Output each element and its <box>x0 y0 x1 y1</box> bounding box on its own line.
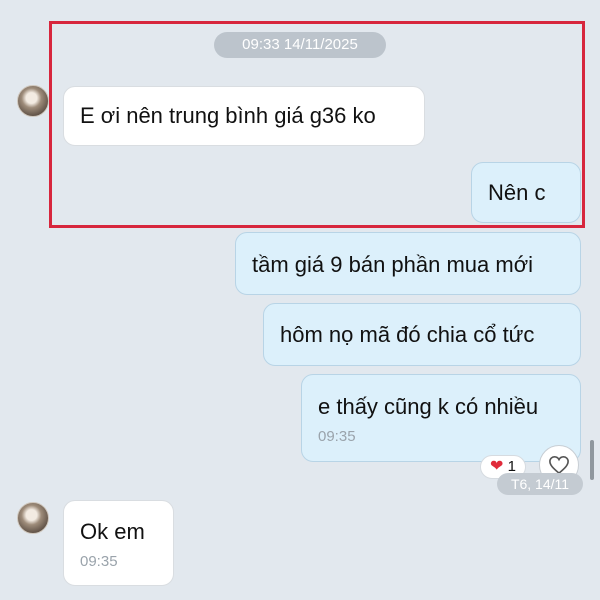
heart-outline-icon <box>549 455 569 475</box>
avatar[interactable] <box>17 85 49 117</box>
message-text: e thấy cũng k có nhiều <box>318 394 539 419</box>
message-bubble-outgoing[interactable]: Nên c <box>471 162 581 223</box>
message-text: Nên c <box>488 180 546 205</box>
message-time: 09:35 <box>318 428 356 445</box>
message-text: tầm giá 9 bán phần mua mới <box>252 252 534 277</box>
message-text: hôm nọ mã đó chia cổ tức <box>280 322 535 347</box>
message-bubble-incoming[interactable]: Ok em 09:35 <box>63 500 174 586</box>
scroll-date-badge: T6, 14/11 <box>497 473 583 495</box>
date-separator: 09:33 14/11/2025 <box>214 32 386 58</box>
message-bubble-outgoing[interactable]: tầm giá 9 bán phần mua mới <box>235 232 581 295</box>
scrollbar[interactable] <box>590 440 594 480</box>
message-text: Ok em <box>80 519 145 544</box>
heart-icon: ❤ <box>490 458 504 475</box>
message-time: 09:35 <box>80 553 118 570</box>
avatar[interactable] <box>17 502 49 534</box>
message-bubble-outgoing[interactable]: e thấy cũng k có nhiều 09:35 <box>301 374 581 462</box>
message-bubble-outgoing[interactable]: hôm nọ mã đó chia cổ tức <box>263 303 581 366</box>
message-text: E ơi nên trung bình giá g36 ko <box>80 103 376 128</box>
message-bubble-incoming[interactable]: E ơi nên trung bình giá g36 ko <box>63 86 425 146</box>
